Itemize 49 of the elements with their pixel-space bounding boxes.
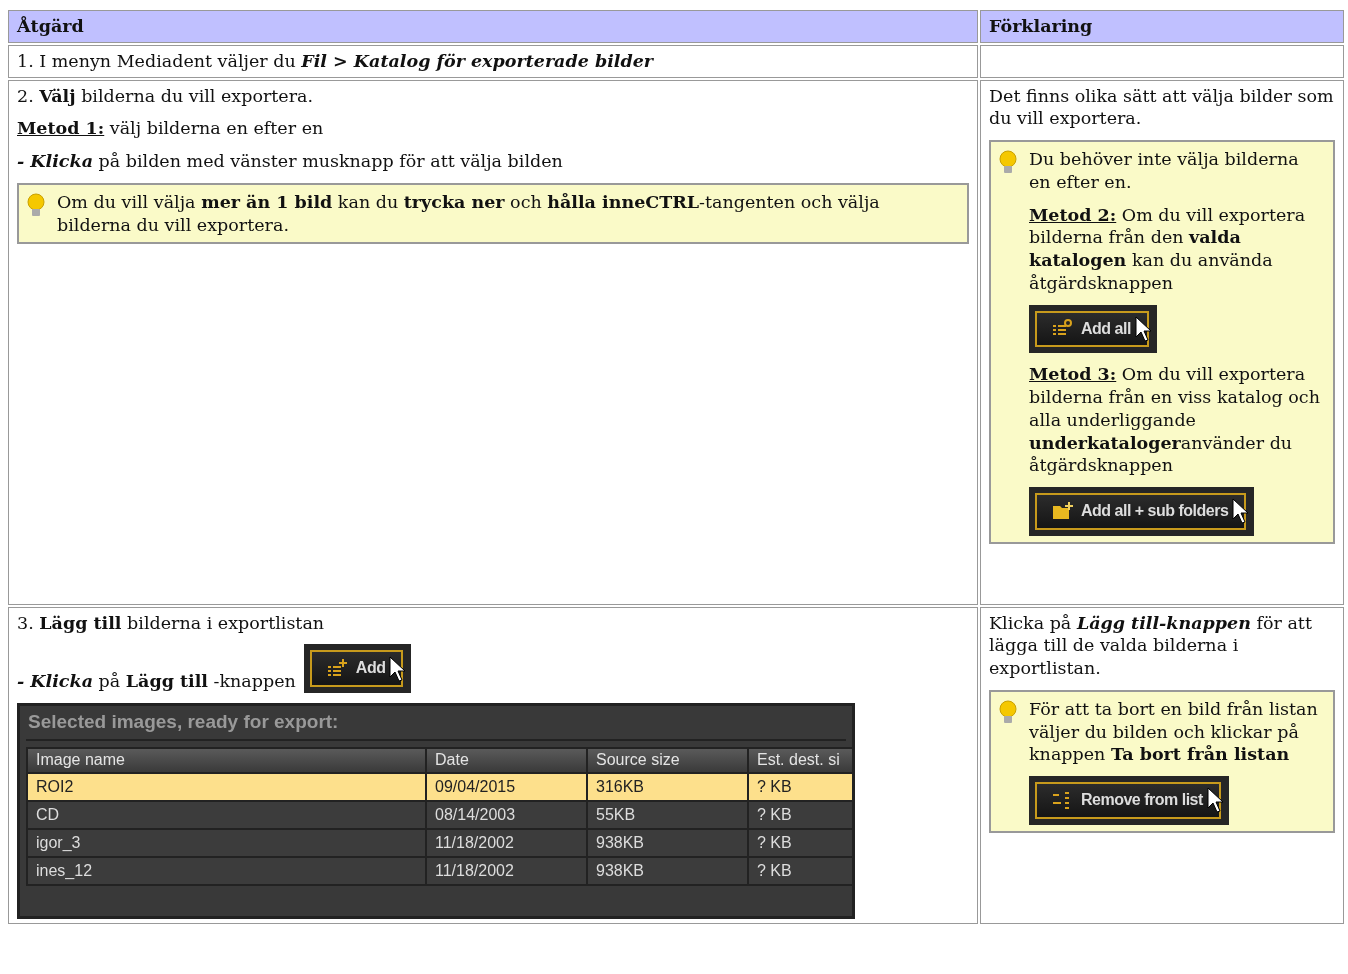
column-header: Förklaring	[980, 10, 1344, 43]
lightbulb-icon	[997, 150, 1019, 176]
mouse-pointer-icon	[1206, 787, 1225, 814]
list-add-icon	[327, 658, 348, 679]
table-cell[interactable]: 938KB	[588, 857, 747, 884]
table-cell[interactable]: 938KB	[588, 829, 747, 856]
column-header[interactable]: Date	[427, 748, 586, 772]
paragraph: För att ta bort en bild från listan väljer du bilden och klickar på knappen Ta bort från listan	[1029, 697, 1319, 766]
app-button[interactable]: Add all + sub folders	[1035, 493, 1247, 530]
table-cell[interactable]: ? KB	[749, 857, 852, 884]
folder-add-icon	[1053, 501, 1073, 522]
paragraph: Om du vill välja mer än 1 bild kan du trycka ner och hålla inneCTRL-tangenten och välja bilderna du vill exportera.	[57, 190, 881, 237]
paragraph: Du behöver inte välja bilderna en efter en.	[1029, 148, 1300, 194]
table-cell[interactable]: 09/04/2015	[427, 773, 586, 800]
column-header[interactable]: Est. dest. si	[749, 748, 852, 772]
table-cell[interactable]: ROI2	[28, 773, 425, 800]
table-cell[interactable]: ines_12	[28, 857, 425, 884]
paragraph: Metod 2: Om du vill exportera bilderna från den valda katalogen kan du använda åtgärdsknappen	[1029, 203, 1307, 295]
table-cell[interactable]: ? KB	[749, 829, 852, 856]
lightbulb-icon	[997, 699, 1019, 726]
column-header[interactable]: Image name	[28, 748, 425, 772]
table-cell[interactable]: igor_3	[28, 829, 425, 856]
paragraph: 3. Lägg till bilderna i exportlistan	[17, 611, 326, 635]
panel-title: Selected images, ready for export:	[26, 706, 846, 741]
table-cell[interactable]: ? KB	[749, 801, 852, 828]
paragraph: 1. I menyn Mediadent väljer du Fil > Katalog för exporterade bilder	[17, 49, 655, 73]
paragraph: Metod 1: välj bilderna en efter en	[17, 117, 325, 140]
table-cell[interactable]: 55KB	[588, 801, 747, 828]
column-header: Åtgärd	[8, 10, 978, 43]
table-cell[interactable]: 08/14/2003	[427, 801, 586, 828]
paragraph: Det finns olika sätt att välja bilder som du vill exportera.	[989, 84, 1335, 130]
lightbulb-icon	[25, 192, 47, 219]
mouse-pointer-icon	[1232, 498, 1251, 525]
table-cell[interactable]: CD	[28, 801, 425, 828]
paragraph: Metod 3: Om du vill exportera bilderna från en viss katalog och alla underliggande underkatalogeranvänder du åtgärdsknappen	[1029, 363, 1321, 478]
app-button[interactable]: Add	[309, 650, 404, 688]
mouse-pointer-icon	[389, 655, 408, 682]
paragraph: 2. Välj bilderna du vill exportera.	[17, 84, 315, 108]
mouse-pointer-icon	[1134, 315, 1153, 342]
app-button[interactable]: Add all	[1035, 310, 1149, 348]
app-button[interactable]: Remove from list	[1035, 782, 1221, 819]
paragraph: - Klicka på Lägg till -knappen	[17, 670, 296, 694]
paragraph: - Klicka på bilden med vänster musknapp för att välja bilden	[17, 150, 564, 173]
paragraph: Klicka på Lägg till-knappen för att lägga till de valda bilderna i exportlistan.	[989, 611, 1313, 680]
table-cell[interactable]: 11/18/2002	[427, 857, 586, 884]
table-cell[interactable]: ? KB	[749, 773, 852, 800]
table-cell[interactable]: 11/18/2002	[427, 829, 586, 856]
column-header[interactable]: Source size	[588, 748, 747, 772]
table-cell[interactable]: 316KB	[588, 773, 747, 800]
